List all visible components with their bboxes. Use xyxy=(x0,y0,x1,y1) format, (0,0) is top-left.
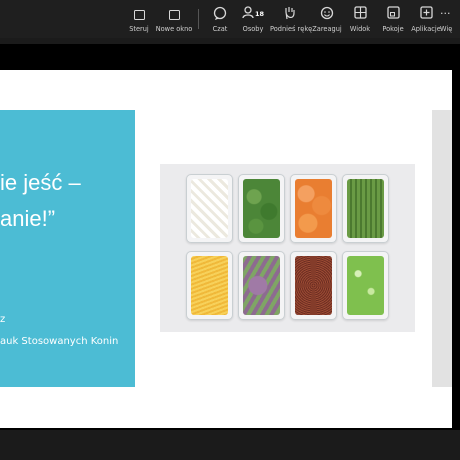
asparagus-icon xyxy=(347,179,384,238)
container-sweet-potato xyxy=(290,174,337,243)
people-count-badge: 18 xyxy=(254,10,265,18)
container-green-onion xyxy=(342,251,389,320)
container-red-cabbage xyxy=(238,251,285,320)
onion-icon xyxy=(191,179,228,238)
toolbar-divider xyxy=(198,9,199,29)
meal-prep-photo xyxy=(160,164,415,332)
more-icon: ··· xyxy=(440,7,451,20)
slide-institution: auk Stosowanych Konin xyxy=(0,336,119,347)
meeting-toolbar: Steruj Nowe okno Czat 18 Osoby Podnieś r… xyxy=(0,0,460,38)
next-slide-edge xyxy=(432,110,452,387)
container-broccoli xyxy=(238,174,285,243)
raise-hand-button[interactable]: Podnieś rękę xyxy=(270,6,313,36)
slide-title-line-1: ie jeść – xyxy=(0,170,81,195)
new-window-label: Nowe okno xyxy=(155,25,193,33)
share-screen-icon xyxy=(119,6,159,22)
green-onion-icon xyxy=(347,256,384,315)
sweet-potato-icon xyxy=(295,179,332,238)
new-window-button[interactable]: Nowe okno xyxy=(154,6,194,36)
title-panel: ie jeść – anie!” z auk Stosowanych Konin xyxy=(0,110,135,387)
hand-icon xyxy=(270,6,310,22)
more-label: Wię xyxy=(440,25,453,33)
raise-hand-label: Podnieś rękę xyxy=(270,25,313,33)
container-spaghetti-squash xyxy=(186,251,233,320)
people-label: Osoby xyxy=(242,25,264,33)
share-button[interactable]: Steruj xyxy=(119,6,159,36)
slide-author: z xyxy=(0,314,6,325)
broccoli-icon xyxy=(243,179,280,238)
slide-title-line-2: anie!” xyxy=(0,206,56,231)
more-button[interactable]: ··· Wię xyxy=(440,6,460,36)
spaghetti-squash-icon xyxy=(191,256,228,315)
container-onion xyxy=(186,174,233,243)
presentation-slide: ie jeść – anie!” z auk Stosowanych Konin xyxy=(0,70,452,428)
quinoa-icon xyxy=(295,256,332,315)
container-quinoa xyxy=(290,251,337,320)
shared-screen-stage: ie jeść – anie!” z auk Stosowanych Konin xyxy=(0,44,460,430)
new-window-icon xyxy=(154,6,194,22)
container-asparagus xyxy=(342,174,389,243)
people-button[interactable]: 18 Osoby xyxy=(233,6,273,36)
share-label: Steruj xyxy=(129,25,149,33)
people-icon: 18 xyxy=(233,6,273,22)
red-cabbage-icon xyxy=(243,256,280,315)
bottom-bar xyxy=(0,430,460,460)
